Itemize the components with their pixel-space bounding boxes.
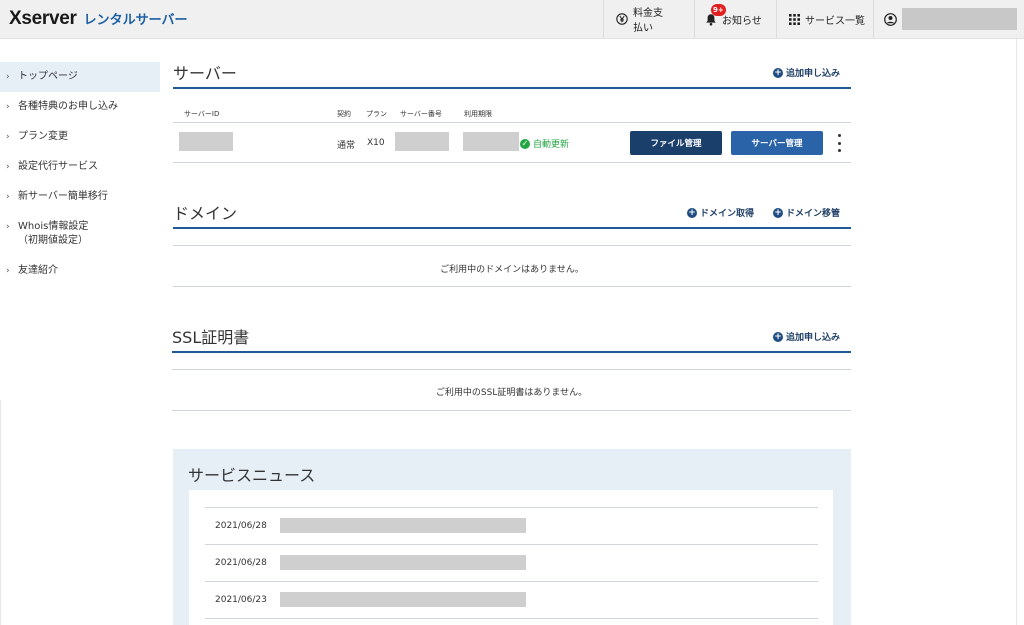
chevron-right-icon: › [6,72,10,82]
plus-circle-icon: + [773,207,783,218]
plus-circle-icon: + [773,67,783,78]
domain-acquire-link[interactable]: + ドメイン取得 [687,206,754,219]
news-date: 2021/06/28 [215,558,267,568]
domain-table-bottom-rule [173,286,851,287]
service-list-label: サービス一覧 [805,15,865,27]
sidebar-item-label: プラン変更 [18,131,68,142]
news-item[interactable]: 2021/06/28 [205,507,818,544]
auto-renew-status: ✓ 自動更新 [520,137,569,150]
chevron-right-icon: › [6,222,10,232]
logo-brand: Xserver [9,8,77,29]
news-date: 2021/06/23 [215,595,267,605]
sidebar-item-whois[interactable]: › Whois情報設定 （初期値設定） [0,212,160,256]
col-header-contract: 契約 [337,110,351,118]
plan-value: X10 [367,138,385,148]
page-right-edge [1016,39,1024,625]
server-section-rule [173,87,851,89]
yen-icon [616,13,628,25]
sidebar-item-top-page[interactable]: › トップページ [0,62,160,92]
auto-renew-label: 自動更新 [533,140,570,150]
service-news-title: サービスニュース [188,466,316,485]
col-header-server-id: サーバーID [184,110,220,118]
xserver-logo[interactable]: Xserver レンタルサーバー [9,8,188,30]
expiry-redacted [463,132,519,151]
user-icon [884,12,897,26]
logo-subtitle: レンタルサーバー [83,13,188,28]
col-header-expiry: 利用期限 [464,110,492,118]
sidebar-item-label: 各種特典のお申し込み [18,101,118,112]
sidebar-item-plan-change[interactable]: › プラン変更 [0,122,160,152]
file-manager-button[interactable]: ファイル管理 [630,131,722,155]
ssl-table-top-rule [172,369,851,370]
pay-fee-link[interactable]: 料金支払い [603,0,667,38]
sidebar-item-setup-service[interactable]: › 設定代行サービス [0,152,160,182]
news-item[interactable]: 2021/06/28 [205,544,818,581]
chevron-right-icon: › [6,162,10,172]
server-table-bottom-rule [173,162,851,163]
news-title-redacted [280,555,526,570]
check-circle-icon: ✓ [520,138,530,149]
domain-acquire-label: ドメイン取得 [700,209,755,219]
sidebar-item-referral[interactable]: › 友達紹介 [0,256,160,286]
sidebar-item-server-migration[interactable]: › 新サーバー簡単移行 [0,182,160,212]
pay-fee-label: 料金支払い [633,8,663,34]
sidebar-item-benefits[interactable]: › 各種特典のお申し込み [0,92,160,122]
ssl-section-rule [172,351,851,353]
server-manager-button[interactable]: サーバー管理 [731,131,823,155]
chevron-right-icon: › [6,192,10,202]
server-number-redacted [395,132,449,151]
news-item[interactable]: 2021/06/23 [205,581,818,618]
plus-circle-icon: + [773,331,783,342]
ssl-table-bottom-rule [172,410,851,411]
server-id-redacted [179,132,233,151]
chevron-right-icon: › [6,266,10,276]
chevron-right-icon: › [6,102,10,112]
sidebar-item-label: トップページ [18,71,78,82]
news-list-rule [205,618,818,619]
domain-section-title: ドメイン [173,204,238,223]
ssl-section-title: SSL証明書 [172,328,250,347]
plus-circle-icon: + [687,207,697,218]
account-menu[interactable] [873,0,1024,38]
contract-value: 通常 [337,141,356,151]
top-header: Xserver レンタルサーバー 料金支払い お知らせ 9+ サービス一覧 [0,0,1024,39]
notice-link[interactable]: お知らせ [695,0,776,38]
news-title-redacted [280,592,526,607]
col-header-server-number: サーバー番号 [400,110,442,118]
news-date: 2021/06/28 [215,521,267,531]
sidebar-item-label: 設定代行サービス [18,161,98,172]
more-options-icon[interactable] [836,134,842,152]
domain-empty-message: ご利用中のドメインはありません。 [440,265,584,275]
ssl-add-link[interactable]: + 追加申し込み [773,330,840,343]
sidebar-item-label: 友達紹介 [18,265,58,276]
news-title-redacted [280,518,526,533]
server-add-label: 追加申し込み [786,69,841,79]
sidebar-item-label: 新サーバー簡単移行 [18,191,108,202]
page-left-edge [0,400,1,625]
grid-icon [789,13,800,25]
server-section-title: サーバー [173,64,237,83]
domain-section-rule [173,227,851,229]
sidebar-item-label: Whois情報設定 （初期値設定） [18,221,89,246]
ssl-empty-message: ご利用中のSSL証明書はありません。 [435,388,588,398]
col-header-plan: プラン [366,110,387,118]
domain-transfer-link[interactable]: + ドメイン移管 [773,206,840,219]
notification-badge: 9+ [711,4,726,16]
domain-table-top-rule [173,245,851,246]
server-table-header-rule [173,122,851,123]
service-list-link[interactable]: サービス一覧 [776,0,873,38]
server-add-link[interactable]: + 追加申し込み [773,66,840,79]
domain-transfer-label: ドメイン移管 [786,209,841,219]
ssl-add-label: 追加申し込み [786,333,841,343]
notice-label: お知らせ [722,15,762,27]
sidebar-nav: › トップページ › 各種特典のお申し込み › プラン変更 › 設定代行サービス… [0,62,160,286]
chevron-right-icon: › [6,132,10,142]
account-name-redacted [902,8,1017,30]
